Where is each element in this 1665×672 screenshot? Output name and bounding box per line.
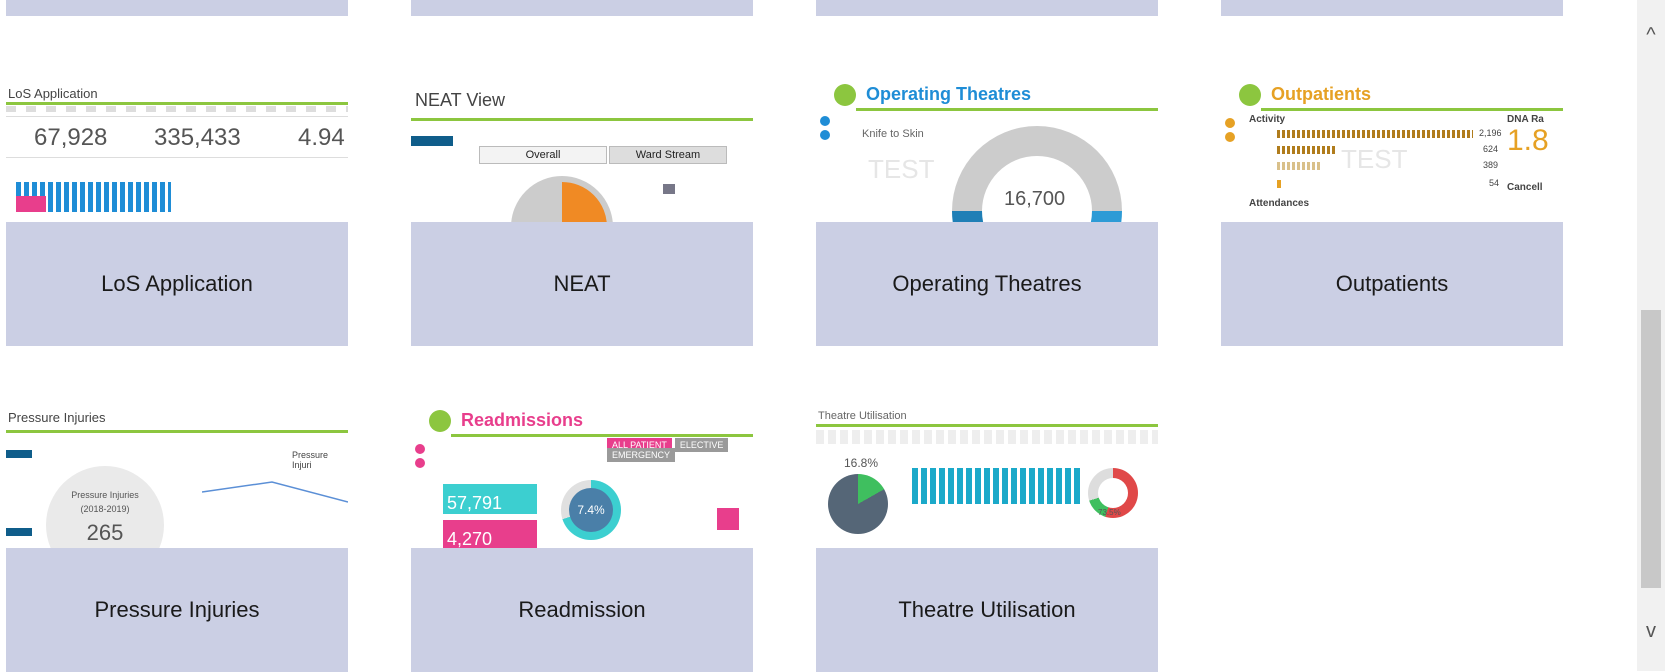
app-thumbnail: LoS Application 67,928 335,433 4.94 <box>6 84 348 222</box>
sub-label: Knife to Skin <box>862 128 924 140</box>
app-thumbnail: Theatre Utilisation 16.8% 73.5% <box>816 410 1158 548</box>
app-card-theatre-utilisation[interactable]: Theatre Utilisation 16.8% 73.5% Theatre … <box>816 410 1158 672</box>
card-caption: LoS Application <box>6 222 348 346</box>
thumb-title: Pressure Injuries <box>8 410 106 425</box>
filter-tag: EMERGENCY <box>607 448 676 462</box>
value: 54 <box>1489 178 1500 188</box>
scrollbar-thumb[interactable] <box>1641 310 1661 588</box>
app-thumbnail: Readmissions ALL PATIENT ELECTIVE EMERGE… <box>411 410 753 548</box>
app-card-outpatients[interactable]: Outpatients Activity 2,196 624 389 54 DN… <box>1221 84 1563 346</box>
app-thumbnail: Operating Theatres Knife to Skin 16,700 … <box>816 84 1158 222</box>
card-caption: Readmission <box>411 548 753 672</box>
scroll-down-icon[interactable]: v <box>1637 620 1665 643</box>
thumb-title: NEAT View <box>415 90 506 110</box>
card-caption: Operating Theatres <box>816 222 1158 346</box>
value: 2,196 <box>1479 128 1502 138</box>
circle-sub: (2018-2019) <box>80 504 130 514</box>
pie-value: 16.8% <box>844 456 879 470</box>
app-card-neat[interactable]: NEAT View Overall Ward Stream NEAT <box>411 84 753 346</box>
value: 624 <box>1483 144 1499 154</box>
big-value: 1.8 <box>1507 124 1549 157</box>
footer-label: Attendances <box>1249 198 1310 209</box>
tab-overall: Overall <box>479 146 607 164</box>
app-card-readmission[interactable]: Readmissions ALL PATIENT ELECTIVE EMERGE… <box>411 410 753 672</box>
app-card-los-application[interactable]: LoS Application 67,928 335,433 4.94 LoS … <box>6 84 348 346</box>
card-caption: NEAT <box>411 222 753 346</box>
section-label: Activity <box>1249 114 1286 125</box>
thumb-title: Outpatients <box>1271 84 1372 104</box>
cancel-label: Cancell <box>1507 182 1543 193</box>
watermark: TEST <box>868 154 935 184</box>
tab-ward-stream: Ward Stream <box>609 146 727 164</box>
gauge-value: 73.5% <box>1098 508 1121 517</box>
tile-value: 57,791 <box>443 484 537 514</box>
prev-card-strip[interactable] <box>411 0 753 16</box>
tile-value: 4,270 <box>443 520 537 548</box>
app-card-pressure-injuries[interactable]: Pressure Injuries Pressure Injuries (201… <box>6 410 348 672</box>
app-thumbnail: Outpatients Activity 2,196 624 389 54 DN… <box>1221 84 1563 222</box>
prev-card-strip[interactable] <box>816 0 1158 16</box>
card-caption: Outpatients <box>1221 222 1563 346</box>
scroll-up-icon[interactable]: ^ <box>1637 24 1665 47</box>
app-thumbnail: NEAT View Overall Ward Stream <box>411 84 753 222</box>
prev-card-strip[interactable] <box>1221 0 1563 16</box>
circle-value: 265 <box>86 520 124 545</box>
donut-value: 7.4% <box>569 488 613 532</box>
thumb-title: Readmissions <box>461 410 584 430</box>
app-card-operating-theatres[interactable]: Operating Theatres Knife to Skin 16,700 … <box>816 84 1158 346</box>
gauge-value: 16,700 <box>1004 188 1066 210</box>
value: 389 <box>1483 160 1499 170</box>
card-caption: Pressure Injuries <box>6 548 348 672</box>
thumb-title: Operating Theatres <box>866 84 1032 104</box>
vertical-scrollbar[interactable]: ^ v <box>1637 0 1665 671</box>
filter-tag: ELECTIVE <box>674 438 729 452</box>
prev-card-strip[interactable] <box>6 0 348 16</box>
app-thumbnail: Pressure Injuries Pressure Injuries (201… <box>6 410 348 548</box>
card-caption: Theatre Utilisation <box>816 548 1158 672</box>
thumb-title: Theatre Utilisation <box>818 410 907 422</box>
circle-label: Pressure Injuries <box>71 490 139 500</box>
watermark: TEST <box>1341 144 1408 174</box>
thumb-title: LoS Application <box>8 86 98 101</box>
